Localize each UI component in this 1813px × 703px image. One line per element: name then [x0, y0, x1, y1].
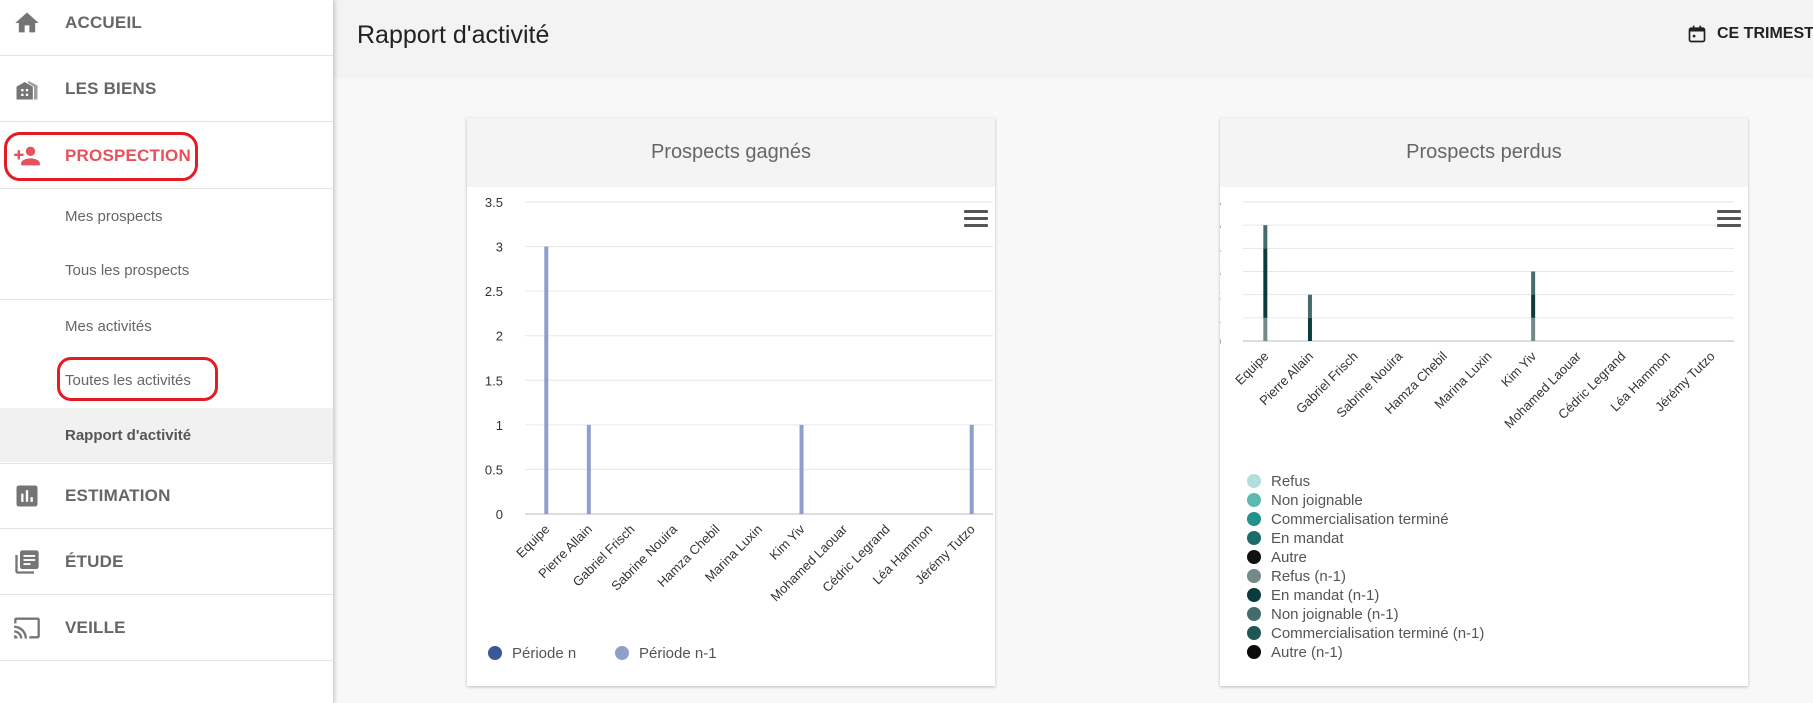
- bar-equipe-non-joignable-n-1: [1263, 225, 1268, 249]
- y-tick-label: 0.5: [485, 462, 503, 477]
- chart-prospects-perdus: 6543210EquipePierre AllainGabriel Frisch…: [1220, 195, 1734, 661]
- bar-pierre-allain-periode-n-1: [586, 424, 591, 514]
- legend-label: Commercialisation terminé (n-1): [1271, 625, 1484, 642]
- x-tick-label: Mohamed Laouar: [768, 521, 851, 604]
- legend-marker-non-joignable: [1247, 493, 1261, 507]
- legend-marker-commercialisation-termine-n-1: [1247, 626, 1261, 640]
- legend-marker-en-mandat: [1247, 531, 1261, 545]
- y-tick-label: 5: [1220, 218, 1221, 233]
- y-tick-label: 2: [496, 329, 503, 344]
- bar-pierre-allain-en-mandat-n-1: [1307, 317, 1312, 341]
- x-tick-label: Equipe: [1232, 349, 1271, 388]
- sidebar-item-label: ESTIMATION: [65, 486, 171, 505]
- legend-marker-commercialisation-termine: [1247, 512, 1261, 526]
- y-tick-label: 3: [1220, 265, 1221, 280]
- legend-marker-en-mandat-n-1: [1247, 588, 1261, 602]
- sidebar-subitem-mes-activites[interactable]: Mes activités: [0, 299, 333, 353]
- y-tick-label: 6: [1220, 195, 1221, 210]
- sidebar-subitem-label: Mes prospects: [65, 207, 163, 225]
- x-tick-label: Kim Yiv: [766, 521, 808, 563]
- y-tick-label: 1: [1220, 311, 1221, 326]
- legend-label: Autre: [1271, 549, 1307, 566]
- x-tick-label: Mohamed Laouar: [1501, 348, 1584, 431]
- bar-chart-icon: [13, 482, 41, 510]
- legend-label: Période n-1: [639, 645, 717, 662]
- y-tick-label: 1.5: [485, 373, 503, 388]
- buildings-icon: [13, 75, 41, 103]
- chart-card-prospects-perdus: Prospects perdus 6543210EquipePierre All…: [1220, 118, 1748, 686]
- sidebar-item-label: ÉTUDE: [65, 551, 124, 571]
- chart-prospects-gagnes: 3.532.521.510.50EquipePierre AllainGabri…: [485, 195, 993, 662]
- x-tick-label: Kim Yiv: [1498, 348, 1540, 390]
- legend-marker-non-joignable-n-1: [1247, 607, 1261, 621]
- bar-kim-yiv-en-mandat-n-1: [1531, 294, 1536, 318]
- sidebar-item-les-biens[interactable]: LES BIENS: [0, 56, 333, 122]
- page-header: Rapport d'activité CE TRIMEST: [333, 0, 1813, 78]
- period-selector-button[interactable]: CE TRIMEST: [1687, 24, 1813, 44]
- bar-jeremy-tutzo-periode-n-1: [969, 424, 974, 514]
- period-label: CE TRIMEST: [1717, 25, 1813, 42]
- legend-label: Non joignable (n-1): [1271, 606, 1399, 623]
- sidebar-subitem-rapport-activite[interactable]: Rapport d'activité: [0, 408, 333, 462]
- sidebar: ACCUEIL LES BIENS PROSPECTION Mes prospe…: [0, 0, 333, 703]
- legend-label: En mandat: [1271, 530, 1344, 547]
- legend-label: Période n: [512, 645, 576, 662]
- legend-label: Non joignable: [1271, 492, 1363, 509]
- y-tick-label: 3: [496, 240, 503, 255]
- sidebar-item-label: VEILLE: [65, 617, 126, 637]
- chart-menu-icon[interactable]: [964, 210, 988, 230]
- sidebar-item-label: LES BIENS: [65, 78, 157, 98]
- bar-equipe-refus-n-1: [1263, 317, 1268, 341]
- home-icon: [13, 9, 41, 37]
- cast-icon: [13, 614, 41, 642]
- calendar-icon: [1688, 25, 1706, 43]
- legend-label: Commercialisation terminé: [1271, 511, 1449, 528]
- page-title: Rapport d'activité: [357, 21, 550, 49]
- sidebar-subitem-label: Rapport d'activité: [65, 426, 192, 444]
- bar-kim-yiv-non-joignable-n-1: [1531, 271, 1536, 295]
- legend-label: En mandat (n-1): [1271, 587, 1379, 604]
- sidebar-subitem-label: Tous les prospects: [65, 261, 190, 279]
- legend-label: Refus (n-1): [1271, 568, 1346, 585]
- legend-marker-autre-n-1: [1247, 645, 1261, 659]
- library-books-icon: [13, 548, 41, 576]
- y-tick-label: 0: [496, 507, 503, 522]
- bar-pierre-allain-non-joignable-n-1: [1307, 294, 1312, 318]
- y-tick-label: 1: [496, 418, 503, 433]
- x-tick-label: Equipe: [513, 522, 552, 561]
- chart-menu-icon[interactable]: [1717, 210, 1741, 230]
- sidebar-item-veille[interactable]: VEILLE: [0, 595, 333, 661]
- y-tick-label: 0: [1220, 334, 1221, 349]
- sidebar-subitem-tous-les-prospects[interactable]: Tous les prospects: [0, 243, 333, 297]
- sidebar-subitem-label: Mes activités: [65, 317, 152, 335]
- bar-kim-yiv-refus-n-1: [1531, 317, 1536, 341]
- y-tick-label: 2: [1220, 288, 1221, 303]
- y-tick-label: 3.5: [485, 195, 503, 210]
- sidebar-item-estimation[interactable]: ESTIMATION: [0, 463, 333, 529]
- legend-marker-autre: [1247, 550, 1261, 564]
- legend-marker-refus-n-1: [1247, 569, 1261, 583]
- legend-marker-periode-n-1: [615, 646, 629, 660]
- legend-marker-periode-n: [488, 646, 502, 660]
- bar-equipe-en-mandat-n-1: [1263, 248, 1268, 318]
- sidebar-item-etude[interactable]: ÉTUDE: [0, 529, 333, 595]
- sidebar-subitem-mes-prospects[interactable]: Mes prospects: [0, 189, 333, 243]
- y-tick-label: 4: [1220, 241, 1221, 256]
- sidebar-item-accueil[interactable]: ACCUEIL: [0, 0, 333, 56]
- bar-kim-yiv-periode-n-1: [799, 424, 804, 514]
- sidebar-item-label: ACCUEIL: [65, 12, 142, 32]
- highlight-annotation: [57, 357, 218, 401]
- y-tick-label: 2.5: [485, 284, 503, 299]
- chart-card-prospects-gagnes: Prospects gagnés 3.5 3 2.5 2 1.5 1 0.5 0 Equipe P…: [467, 118, 995, 686]
- legend-label: Autre (n-1): [1271, 644, 1343, 661]
- highlight-annotation: [4, 132, 198, 181]
- legend-label: Refus: [1271, 473, 1310, 490]
- bar-equipe-periode-n-1: [544, 246, 549, 515]
- legend-marker-refus: [1247, 474, 1261, 488]
